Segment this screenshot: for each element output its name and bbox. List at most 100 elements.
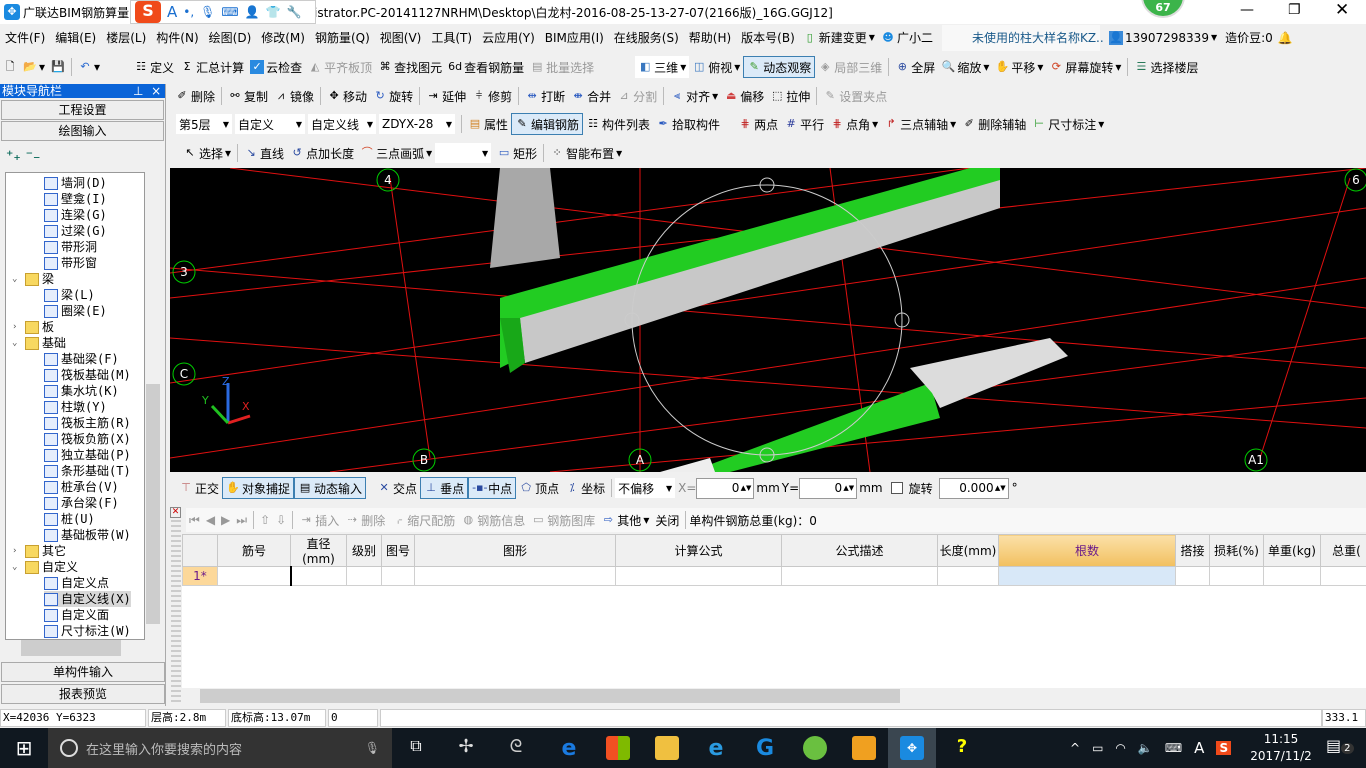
- close-button[interactable]: ✕: [1335, 0, 1349, 20]
- two-point-axis-button[interactable]: ⋕ 两点: [735, 113, 781, 135]
- table-cell[interactable]: [381, 566, 415, 586]
- keyboard-icon[interactable]: ⌨: [221, 5, 238, 19]
- tray-expand-icon[interactable]: ^: [1070, 741, 1080, 755]
- y-offset-input[interactable]: 0 ▲▼: [799, 477, 858, 499]
- 3d-viewport[interactable]: 4 6 3 C B A A1 Z X Y: [169, 167, 1366, 473]
- ortho-button[interactable]: ⊤ 正交: [176, 477, 222, 499]
- pinwheel-app-icon[interactable]: ✢: [454, 736, 478, 760]
- tree-item[interactable]: 桩承台(V): [44, 479, 119, 495]
- table-cell[interactable]: [998, 566, 1176, 586]
- tree-item[interactable]: 尺寸标注(W): [44, 623, 131, 639]
- rotate-button[interactable]: ↻ 旋转: [370, 85, 416, 107]
- tree-vscroll[interactable]: [146, 174, 160, 638]
- column-header[interactable]: 图号: [381, 534, 415, 567]
- tree-hscroll[interactable]: [5, 640, 160, 656]
- rebar-library-button[interactable]: ▭ 钢筋图库: [528, 509, 598, 531]
- tree-item[interactable]: 带形洞: [44, 239, 97, 255]
- menu-modify[interactable]: 修改(M): [256, 29, 310, 46]
- insert-row-button[interactable]: ⇥ 插入: [296, 509, 342, 531]
- cloud-check-button[interactable]: ✓ 云检查: [247, 56, 305, 78]
- table-cell[interactable]: [1263, 566, 1321, 586]
- taskbar-search[interactable]: 在这里输入你要搜索的内容 🎙: [48, 728, 392, 768]
- task-view-icon[interactable]: ⧉: [404, 736, 428, 760]
- tree-item[interactable]: 筏板主筋(R): [44, 415, 131, 431]
- tree-item[interactable]: 承台梁(F): [44, 495, 119, 511]
- score-badge[interactable]: 67: [1141, 0, 1185, 18]
- menu-draw[interactable]: 绘图(D): [204, 29, 257, 46]
- close-panel-button[interactable]: 关闭: [652, 509, 682, 531]
- chevron-right-icon[interactable]: ›: [12, 319, 22, 335]
- menu-file[interactable]: 文件(F): [0, 29, 50, 46]
- menu-bim[interactable]: BIM应用(I): [540, 29, 609, 46]
- point-length-button[interactable]: ↺ 点加长度: [287, 142, 357, 164]
- glodon-icon[interactable]: G: [753, 736, 777, 761]
- chevron-down-icon[interactable]: ⌄: [12, 335, 22, 351]
- collapse-all-icon[interactable]: ⁻₋: [26, 148, 41, 164]
- expand-all-icon[interactable]: ⁺₊: [6, 148, 21, 164]
- orbit-button[interactable]: ✎ 动态观察: [743, 56, 816, 78]
- tree-folder[interactable]: ⌄ 基础: [12, 335, 66, 351]
- green-app-icon[interactable]: [803, 736, 827, 760]
- dimension-button[interactable]: ⊢ 尺寸标注 ▾: [1029, 113, 1107, 135]
- edit-rebar-button[interactable]: ✎ 编辑钢筋: [511, 113, 584, 135]
- component-list-button[interactable]: ☷ 构件列表: [583, 113, 653, 135]
- tree-item[interactable]: 带形窗: [44, 255, 97, 271]
- swirl-app-icon[interactable]: ᘓ: [504, 736, 528, 760]
- menu-floor[interactable]: 楼层(L): [101, 29, 151, 46]
- table-cell[interactable]: [781, 566, 938, 586]
- chevron-right-icon[interactable]: ›: [12, 543, 22, 559]
- mic-icon[interactable]: 🎙: [200, 5, 215, 19]
- menu-version[interactable]: 版本号(B): [736, 29, 800, 46]
- extend-button[interactable]: ⇥ 延伸: [423, 85, 469, 107]
- sogou-tray-icon[interactable]: S: [1216, 741, 1232, 755]
- view-rebar-button[interactable]: 6d 查看钢筋量: [445, 56, 527, 78]
- minimize-button[interactable]: —: [1240, 2, 1254, 18]
- ime-lang-icon[interactable]: A: [167, 3, 177, 21]
- tree-item[interactable]: 柱墩(Y): [44, 399, 107, 415]
- find-element-button[interactable]: ⌘ 查找图元: [375, 56, 445, 78]
- intersection-snap-button[interactable]: ✕ 交点: [374, 477, 420, 499]
- 3d-scene[interactable]: 4 6 3 C B A A1 Z X Y: [169, 167, 1366, 473]
- store-icon[interactable]: [606, 736, 630, 760]
- tree-item[interactable]: 过梁(G): [44, 223, 107, 239]
- table-cell[interactable]: [1320, 566, 1366, 586]
- table-hscroll[interactable]: [182, 688, 1366, 704]
- delete-row-button[interactable]: ⇢ 删除: [342, 509, 388, 531]
- zoom-button[interactable]: 🔍 缩放 ▾: [938, 56, 992, 78]
- rotate-checkbox[interactable]: [890, 482, 903, 494]
- menu-help[interactable]: 帮助(H): [684, 29, 736, 46]
- batch-select-button[interactable]: ▤ 批量选择: [527, 56, 597, 78]
- next-record-button[interactable]: ▶: [218, 509, 233, 531]
- table-cell[interactable]: [937, 566, 999, 586]
- new-change-button[interactable]: ▯ 新建变更 ▼: [800, 27, 878, 49]
- wrench-icon[interactable]: 🔧: [287, 5, 302, 19]
- last-record-button[interactable]: ⏭: [233, 509, 250, 531]
- sum-calc-button[interactable]: Σ 汇总计算: [177, 56, 247, 78]
- split-button[interactable]: ⊿ 分割: [614, 85, 660, 107]
- align-button[interactable]: ⫷ 对齐 ▾: [667, 85, 721, 107]
- menu-tools[interactable]: 工具(T): [426, 29, 477, 46]
- menu-component[interactable]: 构件(N): [151, 29, 203, 46]
- tree-item[interactable]: 条形基础(T): [44, 463, 131, 479]
- column-header[interactable]: 长度(mm): [937, 534, 999, 567]
- tree-item[interactable]: 壁龛(I): [44, 191, 107, 207]
- dynamic-input-button[interactable]: ▤ 动态输入: [294, 477, 367, 499]
- select-floor-button[interactable]: ☰ 选择楼层: [1131, 56, 1201, 78]
- undo-button[interactable]: ↶ ▾: [75, 56, 103, 78]
- floor-select[interactable]: 第5层 ▼: [176, 114, 232, 134]
- menu-view[interactable]: 视图(V): [375, 29, 427, 46]
- table-cell[interactable]: 1*: [182, 566, 218, 586]
- chevron-down-icon[interactable]: ⌄: [12, 271, 22, 287]
- wifi-icon[interactable]: ◠: [1115, 741, 1125, 755]
- column-element[interactable]: [490, 168, 560, 268]
- restore-button[interactable]: ❐: [1288, 2, 1301, 18]
- volume-icon[interactable]: 🔈: [1138, 741, 1153, 755]
- assistant-button[interactable]: ☻ 广小二: [878, 27, 936, 49]
- column-header[interactable]: 筋号: [217, 534, 291, 567]
- pin-icon[interactable]: ⊥: [133, 84, 143, 98]
- table-cell[interactable]: [1209, 566, 1264, 586]
- mic-icon[interactable]: 🎙: [365, 741, 380, 755]
- pick-component-button[interactable]: ✒ 拾取构件: [653, 113, 723, 135]
- ie-icon[interactable]: e: [704, 736, 728, 761]
- offset-button[interactable]: ⏏ 偏移: [721, 85, 767, 107]
